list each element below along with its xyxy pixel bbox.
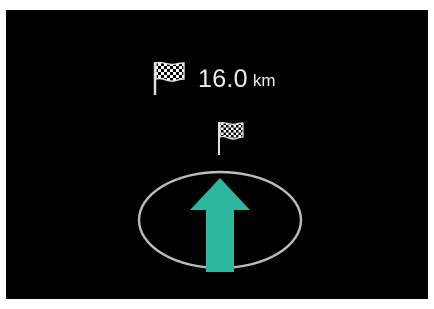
distance-value: 16.0 [198, 65, 248, 93]
checkered-flag-icon [153, 61, 185, 95]
straight-arrow-icon [190, 178, 250, 272]
distance-unit: km [252, 71, 276, 90]
maneuver-indicator [137, 170, 303, 272]
distance-to-destination: 16.0 km [152, 56, 276, 96]
navigation-display: 16.0 km [6, 10, 428, 299]
destination-flag-icon [218, 121, 244, 155]
